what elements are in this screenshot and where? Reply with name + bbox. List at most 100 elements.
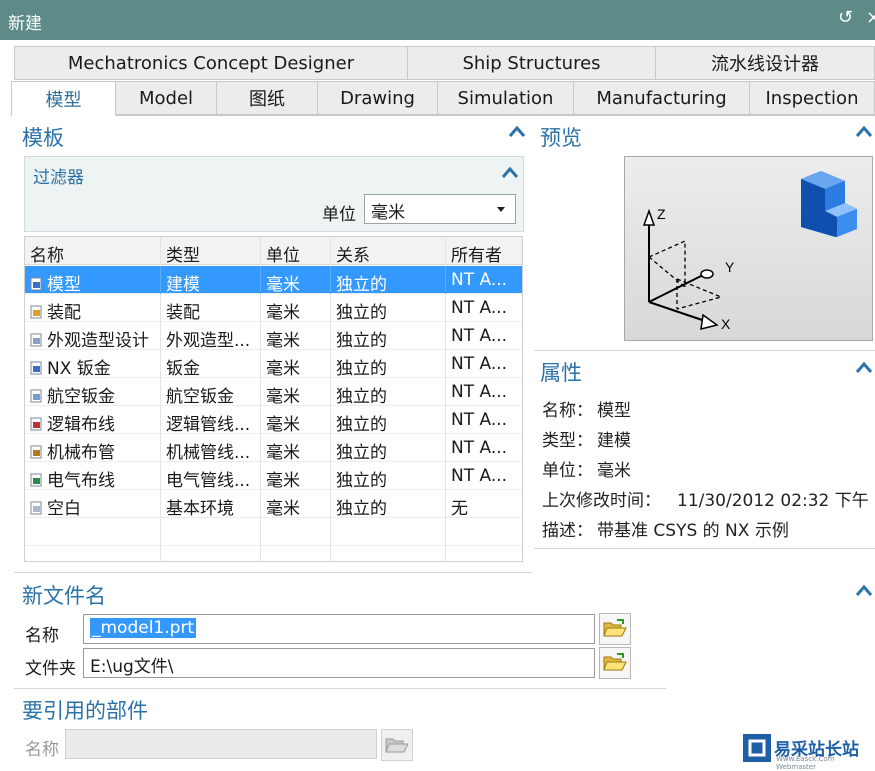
table-row[interactable]: NX 钣金 钣金 毫米 独立的 NT A... [25,350,522,378]
cell-text: 航空钣金 [166,387,234,406]
tab-manufacturing[interactable]: Manufacturing [573,81,750,115]
cell-text: NT A... [451,298,508,318]
cell-text: 航空钣金 [47,387,115,406]
tab-inspection[interactable]: Inspection [749,81,875,115]
table-row[interactable]: 逻辑布线 逻辑管线... 毫米 独立的 NT A... [25,406,522,434]
divider [14,688,666,689]
cell-owner: NT A... [446,266,522,294]
name-label: 名称 [25,626,59,646]
cell-text: NT A... [451,326,508,346]
unit-dropdown[interactable]: 毫米 [364,194,516,224]
property-value: 毫米 [597,461,631,481]
cell-text: 基本环境 [166,499,234,518]
tab-mechatronics[interactable]: Mechatronics Concept Designer [14,46,408,80]
cell-text: 独立的 [336,359,387,378]
folder-open-icon [385,738,409,753]
table-row[interactable]: 装配 装配 毫米 独立的 NT A... [25,294,522,322]
cell-text: 空白 [47,499,81,518]
cell-type: 基本环境 [161,490,261,518]
column-header-owner[interactable]: 所有者 [446,237,522,265]
cell-unit: 毫米 [261,490,331,518]
cell-relation: 独立的 [331,378,446,406]
collapse-properties-icon[interactable] [856,362,872,376]
table-row[interactable]: 外观造型设计 外观造型... 毫米 独立的 NT A... [25,322,522,350]
cell-relation: 独立的 [331,434,446,462]
property-value: 11/30/2012 02:32 下午 [677,491,869,511]
cell-owner: 无 [446,490,522,518]
cell-text: 独立的 [336,387,387,406]
folder-open-icon [603,653,627,671]
collapse-filter-icon[interactable] [502,167,518,181]
collapse-templates-icon[interactable] [509,126,525,140]
cell-text: NT A... [451,466,508,486]
folder-open-icon [603,619,627,637]
tab-line-designer[interactable]: 流水线设计器 [655,46,875,80]
column-header-name[interactable]: 名称 [25,237,161,265]
template-section-title: 模板 [22,126,64,150]
table-row[interactable]: 电气布线 电气管线... 毫米 独立的 NT A... [25,462,522,490]
tab-drawing-cn[interactable]: 图纸 [216,81,318,115]
cell-text: 外观造型... [166,331,251,350]
property-name: 名称： 模型 [542,396,631,421]
property-key: 单位： [542,461,593,481]
property-value: 建模 [597,431,631,451]
property-value: 带基准 CSYS 的 NX 示例 [597,521,789,541]
tab-model-cn[interactable]: 模型 [11,81,116,116]
reference-name-input[interactable] [65,729,377,759]
folder-label: 文件夹 [25,659,76,679]
browse-folder-button[interactable] [599,647,631,679]
filename-input[interactable]: _model1.prt [83,614,595,644]
electrical-routing-icon [30,472,43,487]
column-header-type[interactable]: 类型 [161,237,261,265]
reference-name-label: 名称 [25,740,59,760]
title-bar: 新建 ↺ × [0,0,875,40]
axis-label-z: Z [657,206,666,222]
cell-name: NX 钣金 [25,350,161,378]
cell-unit: 毫米 [261,266,331,294]
cell-text: NT A... [451,410,508,430]
cell-type: 钣金 [161,350,261,378]
browse-filename-button[interactable] [599,613,631,645]
property-description: 描述： 带基准 CSYS 的 NX 示例 [542,516,789,541]
tab-simulation[interactable]: Simulation [437,81,574,115]
cell-text: 模型 [47,275,81,294]
cell-text: 逻辑布线 [47,415,115,434]
property-modified: 上次修改时间： 11/30/2012 02:32 下午 [542,486,869,511]
window-title: 新建 [8,14,42,34]
collapse-new-filename-icon[interactable] [856,585,872,599]
cell-type: 电气管线... [161,462,261,490]
property-unit: 单位： 毫米 [542,456,631,481]
browse-reference-button[interactable] [381,729,413,761]
tab-drawing[interactable]: Drawing [317,81,438,115]
axis-label-x: X [721,316,731,332]
cell-text: 电气管线... [166,471,251,490]
tab-model[interactable]: Model [115,81,217,115]
table-row[interactable]: 模型 建模 毫米 独立的 NT A... [25,266,522,294]
column-header-relation[interactable]: 关系 [331,237,446,265]
column-header-unit[interactable]: 单位 [261,237,331,265]
table-row[interactable]: 机械布管 机械管线... 毫米 独立的 NT A... [25,434,522,462]
collapse-preview-icon[interactable] [856,126,872,140]
cell-owner: NT A... [446,350,522,378]
divider [534,548,875,549]
reset-icon[interactable]: ↺ [838,7,853,28]
cell-type: 逻辑管线... [161,406,261,434]
watermark-logo-icon [743,734,771,762]
folder-input[interactable]: E:\ug文件\ [83,648,595,678]
assembly-icon [30,304,43,319]
cell-text: 装配 [47,303,81,322]
cell-text: 机械布管 [47,443,115,462]
watermark: 易采站长站 Www.Easck.Com Webmaster [740,731,875,771]
empty-cell [161,518,261,561]
cell-name: 逻辑布线 [25,406,161,434]
empty-cell [331,518,446,561]
table-row[interactable]: 航空钣金 航空钣金 毫米 独立的 NT A... [25,378,522,406]
cell-text: NT A... [451,438,508,458]
new-filename-section-title: 新文件名 [22,584,106,608]
cell-type: 装配 [161,294,261,322]
shape-design-icon [30,332,43,347]
table-row[interactable]: 空白 基本环境 毫米 独立的 无 [25,490,522,518]
tab-ship-structures[interactable]: Ship Structures [407,46,656,80]
cell-owner: NT A... [446,462,522,490]
close-icon[interactable]: × [866,7,875,28]
